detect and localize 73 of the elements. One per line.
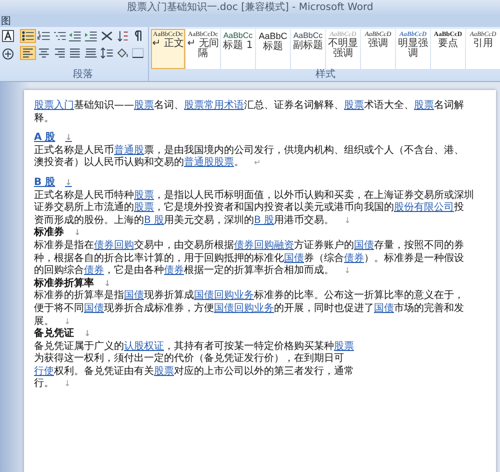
character-border-icon[interactable] [2,30,14,42]
text-line: 的回购综合债券，它是由各种债券根据一定的折算率折合相加而成。 ↓ [34,265,351,277]
link[interactable]: 债券 [344,252,364,264]
text-line: 行使权利。备兑凭证由有关股票对应的上市公司以外的第三者发行，通常 [34,366,354,378]
link[interactable]: 国债 [354,240,374,251]
text-line: 正式名称是人民币特种股票，是指以人民币标明面值，以外币认购和买卖，在上海证券交易所或深圳 [34,190,474,202]
link[interactable]: 股票 [344,100,364,111]
link[interactable]: 债券回购 [94,240,134,251]
text-line: 行。 ↓ [34,378,71,392]
decrease-indent-icon[interactable] [68,30,82,42]
bullet-list-icon[interactable] [21,30,35,42]
align-justify-icon[interactable] [68,47,82,59]
numbered-list-icon[interactable] [36,30,50,42]
sort-icon[interactable] [116,30,130,42]
align-distribute-icon[interactable] [84,47,98,59]
link[interactable]: 普通股 [114,144,144,156]
link[interactable]: 认股权证 [124,340,164,352]
enclosed-character-icon[interactable] [2,48,14,60]
link[interactable]: 普通股股票 [184,157,234,168]
text-line: 标准券是指在债券回购交易中，由交易所根据债券回购融资方证券账户的国债存量，按照不同的券 [34,240,464,252]
ribbon-tab[interactable]: 图 [0,14,11,28]
line-spacing-icon[interactable] [100,47,114,59]
text-line: 种，根据各自的折合比率计算的，用于回购抵押的标准化国债券（综合债券）。标准券是一种假设 [34,252,464,264]
text-line: 标准券的折算率是指国债现券折算成国债回购业务标准券的比率。公布这一折算比率的意义在于， [34,290,464,302]
group-label: 样式 [314,69,336,80]
link[interactable]: 国债回购业务 [214,302,274,314]
text-line: 为获得这一权利，须付出一定的代价（备兑凭证发行价），在到期日可 [34,353,344,366]
text-line: 备兑凭证属于广义的认股权证，其持有者可按某一特定价格购买某种股票 [34,340,354,352]
link[interactable]: 国债回购业务 [194,290,254,302]
link[interactable]: 股份有限公司 [394,202,454,214]
group-label: 段落 [72,69,94,80]
align-left-icon[interactable] [21,47,35,59]
link[interactable]: 债券回购融资 [234,240,294,251]
link[interactable]: 股票常用术语 [184,100,244,111]
link[interactable]: 股票 [134,202,154,214]
align-center-icon[interactable] [36,47,50,59]
link[interactable]: 股票 [334,340,354,352]
link[interactable]: B 股 [254,214,274,226]
window-title: 股票入门基础知识一.doc [兼容模式] - Microsoft Word [126,0,374,14]
link[interactable]: 国债 [284,252,304,264]
link[interactable]: B 股 [144,214,164,226]
text-line: 澳投资者）以人民币认购和交易的普通股股票。 ↵ [34,157,261,170]
link[interactable]: 股票 [134,190,154,201]
text-line: 便于将不同国债现券折合成标准券，方便国债回购业务的开展，同时也促进了国债市场的完善和发 [34,302,464,316]
style-item[interactable]: AaBbCc 副标题 [291,29,325,69]
text-line: 证券交易所上市流通的股票，它是境外投资者和国内投资者以美元或港币向我国的股份有限公司投 [34,202,464,214]
link[interactable]: 国债 [84,302,104,314]
heading-link[interactable]: B 股 ↓ [34,176,72,190]
multilevel-list-icon[interactable] [52,30,66,42]
link[interactable]: 行使 [34,366,54,377]
heading-link[interactable]: A 股 ↓ [34,132,72,145]
text-line: 股票入门基础知识——股票名词、股票常用术语汇总、证券名词解释、股票术语大全、股票名词解 [34,100,464,113]
section-heading: 标准券折算率 ↓ [34,278,111,290]
link[interactable]: 股票入门 [34,100,74,111]
increase-indent-icon[interactable] [84,30,98,42]
link[interactable]: 国债 [124,290,144,302]
section-heading: 备兑凭证 ↓ [34,328,91,340]
link[interactable]: 债券 [84,265,104,276]
align-right-icon[interactable] [52,47,66,59]
link[interactable]: 股票 [414,100,434,111]
borders-icon[interactable] [131,47,145,59]
link[interactable]: 债券 [164,265,184,276]
section-heading: 标准券 ↓ [34,227,81,240]
style-item[interactable]: AaBbC 标题 [256,29,290,69]
text-line: 释。 [34,112,54,126]
text-line: 正式名称是人民币普通股票，是由我国境内的公司发行，供境内机构、组织或个人（不含台、港、 [34,144,464,156]
shading-icon[interactable] [116,47,130,59]
link[interactable]: 股票 [154,366,174,377]
link[interactable]: 国债 [374,302,394,314]
text-line: 资而形成的股份。上海的B 股用美元交易，深圳的B 股用港币交易。 ↓ [34,214,351,226]
style-item[interactable]: AaBbCc 标题 1 [221,29,255,69]
text-line: 展。 ↓ [34,316,71,328]
link[interactable]: 股票 [134,100,154,111]
